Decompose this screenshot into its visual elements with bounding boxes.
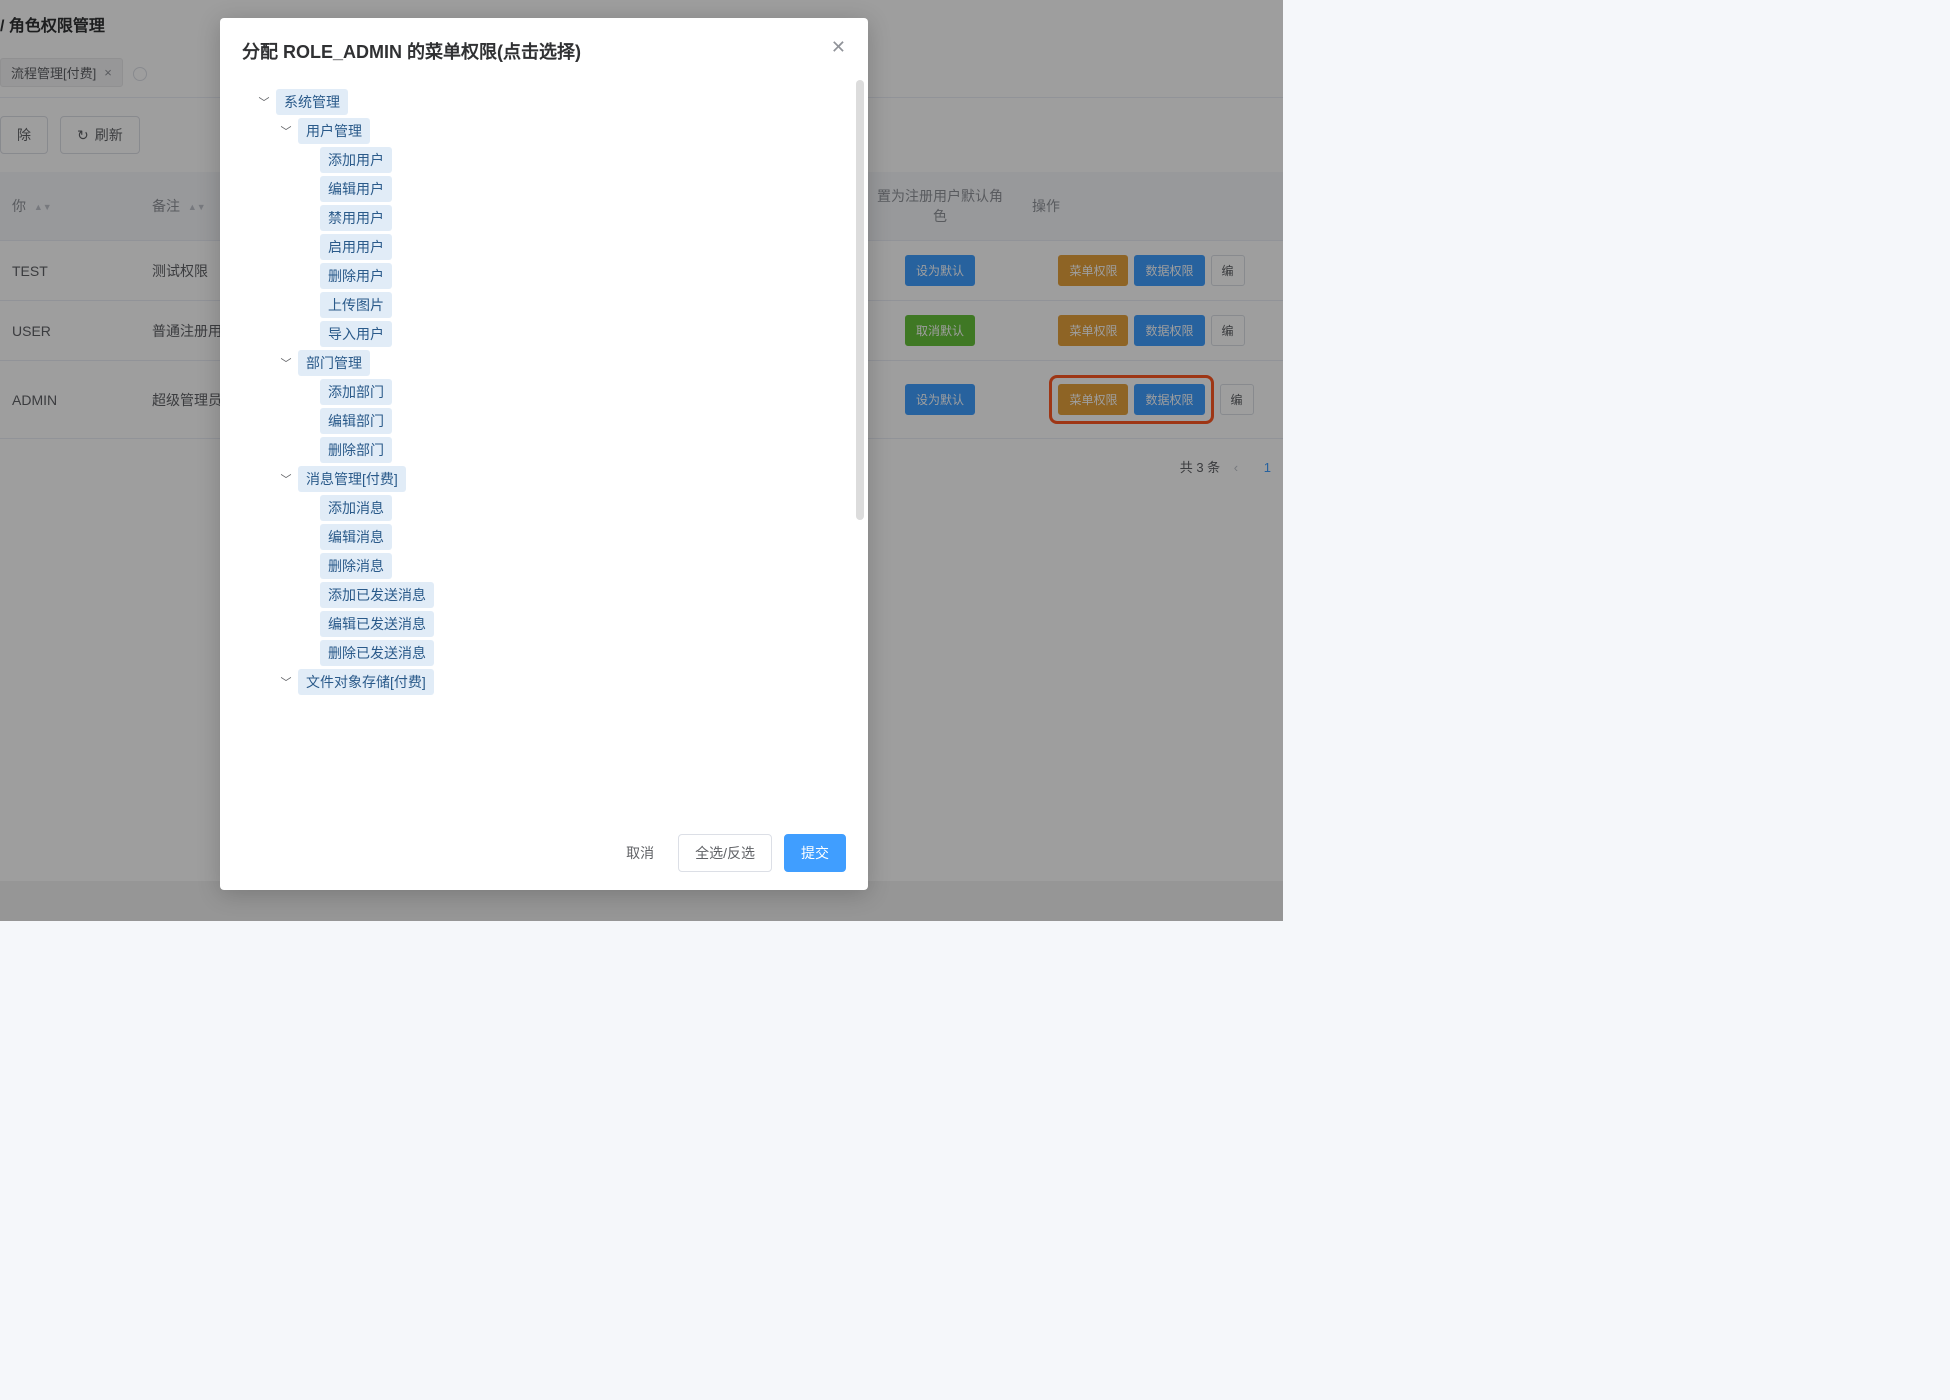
tree-node: 删除已发送消息: [300, 640, 846, 666]
tree-node-row: 删除已发送消息: [300, 640, 846, 666]
tree-node: 启用用户: [300, 234, 846, 260]
cancel-button[interactable]: 取消: [614, 835, 666, 871]
tree-node: 添加部门: [300, 379, 846, 405]
tree-node: ﹀用户管理添加用户编辑用户禁用用户启用用户删除用户上传图片导入用户: [278, 118, 846, 347]
scrollbar-thumb[interactable]: [856, 80, 864, 520]
tree-node-row: 编辑已发送消息: [300, 611, 846, 637]
select-all-button[interactable]: 全选/反选: [678, 834, 772, 872]
tree-node-label[interactable]: 系统管理: [276, 89, 348, 115]
tree-node-row: 启用用户: [300, 234, 846, 260]
tree-node-row: 添加已发送消息: [300, 582, 846, 608]
chevron-down-icon[interactable]: ﹀: [278, 355, 294, 371]
tree-node-row: ﹀文件对象存储[付费]: [278, 669, 846, 695]
tree-node-row: 禁用用户: [300, 205, 846, 231]
tree-node: 上传图片: [300, 292, 846, 318]
close-icon[interactable]: ✕: [831, 38, 846, 56]
tree-node-label[interactable]: 添加消息: [320, 495, 392, 521]
tree-node-row: ﹀消息管理[付费]: [278, 466, 846, 492]
tree-node-label[interactable]: 添加部门: [320, 379, 392, 405]
tree-node: 删除消息: [300, 553, 846, 579]
tree-node: 添加用户: [300, 147, 846, 173]
tree-node-label[interactable]: 编辑部门: [320, 408, 392, 434]
tree-node-row: 删除消息: [300, 553, 846, 579]
tree-node-row: 删除部门: [300, 437, 846, 463]
tree-node-label[interactable]: 添加用户: [320, 147, 392, 173]
tree-node: ﹀部门管理添加部门编辑部门删除部门: [278, 350, 846, 463]
tree-node-label[interactable]: 启用用户: [320, 234, 392, 260]
tree-node-row: 添加消息: [300, 495, 846, 521]
tree-node: ﹀系统管理﹀用户管理添加用户编辑用户禁用用户启用用户删除用户上传图片导入用户﹀部…: [256, 89, 846, 695]
chevron-down-icon[interactable]: ﹀: [278, 674, 294, 690]
tree-node-row: ﹀系统管理: [256, 89, 846, 115]
scrollbar-track[interactable]: [856, 80, 864, 810]
tree-node: 删除部门: [300, 437, 846, 463]
tree-node: 删除用户: [300, 263, 846, 289]
modal-header: 分配 ROLE_ADMIN 的菜单权限(点击选择) ✕: [220, 18, 868, 76]
submit-button[interactable]: 提交: [784, 834, 846, 872]
tree-node: 添加消息: [300, 495, 846, 521]
tree-node-row: 编辑部门: [300, 408, 846, 434]
permission-tree: ﹀系统管理﹀用户管理添加用户编辑用户禁用用户启用用户删除用户上传图片导入用户﹀部…: [250, 89, 846, 695]
modal-footer: 取消 全选/反选 提交: [220, 820, 868, 890]
modal-body: ﹀系统管理﹀用户管理添加用户编辑用户禁用用户启用用户删除用户上传图片导入用户﹀部…: [220, 76, 868, 820]
tree-node: 导入用户: [300, 321, 846, 347]
tree-node-row: ﹀用户管理: [278, 118, 846, 144]
tree-node-row: 编辑用户: [300, 176, 846, 202]
tree-node-label[interactable]: 禁用用户: [320, 205, 392, 231]
tree-node-row: 添加用户: [300, 147, 846, 173]
tree-node-label[interactable]: 消息管理[付费]: [298, 466, 406, 492]
tree-node: ﹀文件对象存储[付费]: [278, 669, 846, 695]
tree-node-label[interactable]: 删除用户: [320, 263, 392, 289]
tree-node-label[interactable]: 编辑已发送消息: [320, 611, 434, 637]
tree-node-label[interactable]: 删除已发送消息: [320, 640, 434, 666]
tree-node-label[interactable]: 编辑用户: [320, 176, 392, 202]
tree-node-row: 删除用户: [300, 263, 846, 289]
tree-node: 编辑部门: [300, 408, 846, 434]
tree-node: 编辑已发送消息: [300, 611, 846, 637]
tree-node-label[interactable]: 删除部门: [320, 437, 392, 463]
chevron-down-icon[interactable]: ﹀: [278, 471, 294, 487]
tree-node-label[interactable]: 部门管理: [298, 350, 370, 376]
tree-node-label[interactable]: 编辑消息: [320, 524, 392, 550]
tree-node-row: 添加部门: [300, 379, 846, 405]
tree-node-label[interactable]: 用户管理: [298, 118, 370, 144]
tree-node-row: 编辑消息: [300, 524, 846, 550]
modal-title: 分配 ROLE_ADMIN 的菜单权限(点击选择): [242, 38, 581, 64]
tree-node: 添加已发送消息: [300, 582, 846, 608]
chevron-down-icon[interactable]: ﹀: [256, 94, 272, 110]
tree-node-row: ﹀部门管理: [278, 350, 846, 376]
tree-node: 编辑用户: [300, 176, 846, 202]
tree-node-row: 上传图片: [300, 292, 846, 318]
tree-node: 编辑消息: [300, 524, 846, 550]
tree-node-label[interactable]: 删除消息: [320, 553, 392, 579]
permission-modal: 分配 ROLE_ADMIN 的菜单权限(点击选择) ✕ ﹀系统管理﹀用户管理添加…: [220, 18, 868, 890]
tree-node-label[interactable]: 导入用户: [320, 321, 392, 347]
tree-node-label[interactable]: 文件对象存储[付费]: [298, 669, 434, 695]
tree-node-label[interactable]: 上传图片: [320, 292, 392, 318]
tree-node-row: 导入用户: [300, 321, 846, 347]
tree-node: ﹀消息管理[付费] 添加消息编辑消息删除消息添加已发送消息编辑已发送消息删除已发送…: [278, 466, 846, 666]
tree-node-label[interactable]: 添加已发送消息: [320, 582, 434, 608]
chevron-down-icon[interactable]: ﹀: [278, 123, 294, 139]
tree-node: 禁用用户: [300, 205, 846, 231]
